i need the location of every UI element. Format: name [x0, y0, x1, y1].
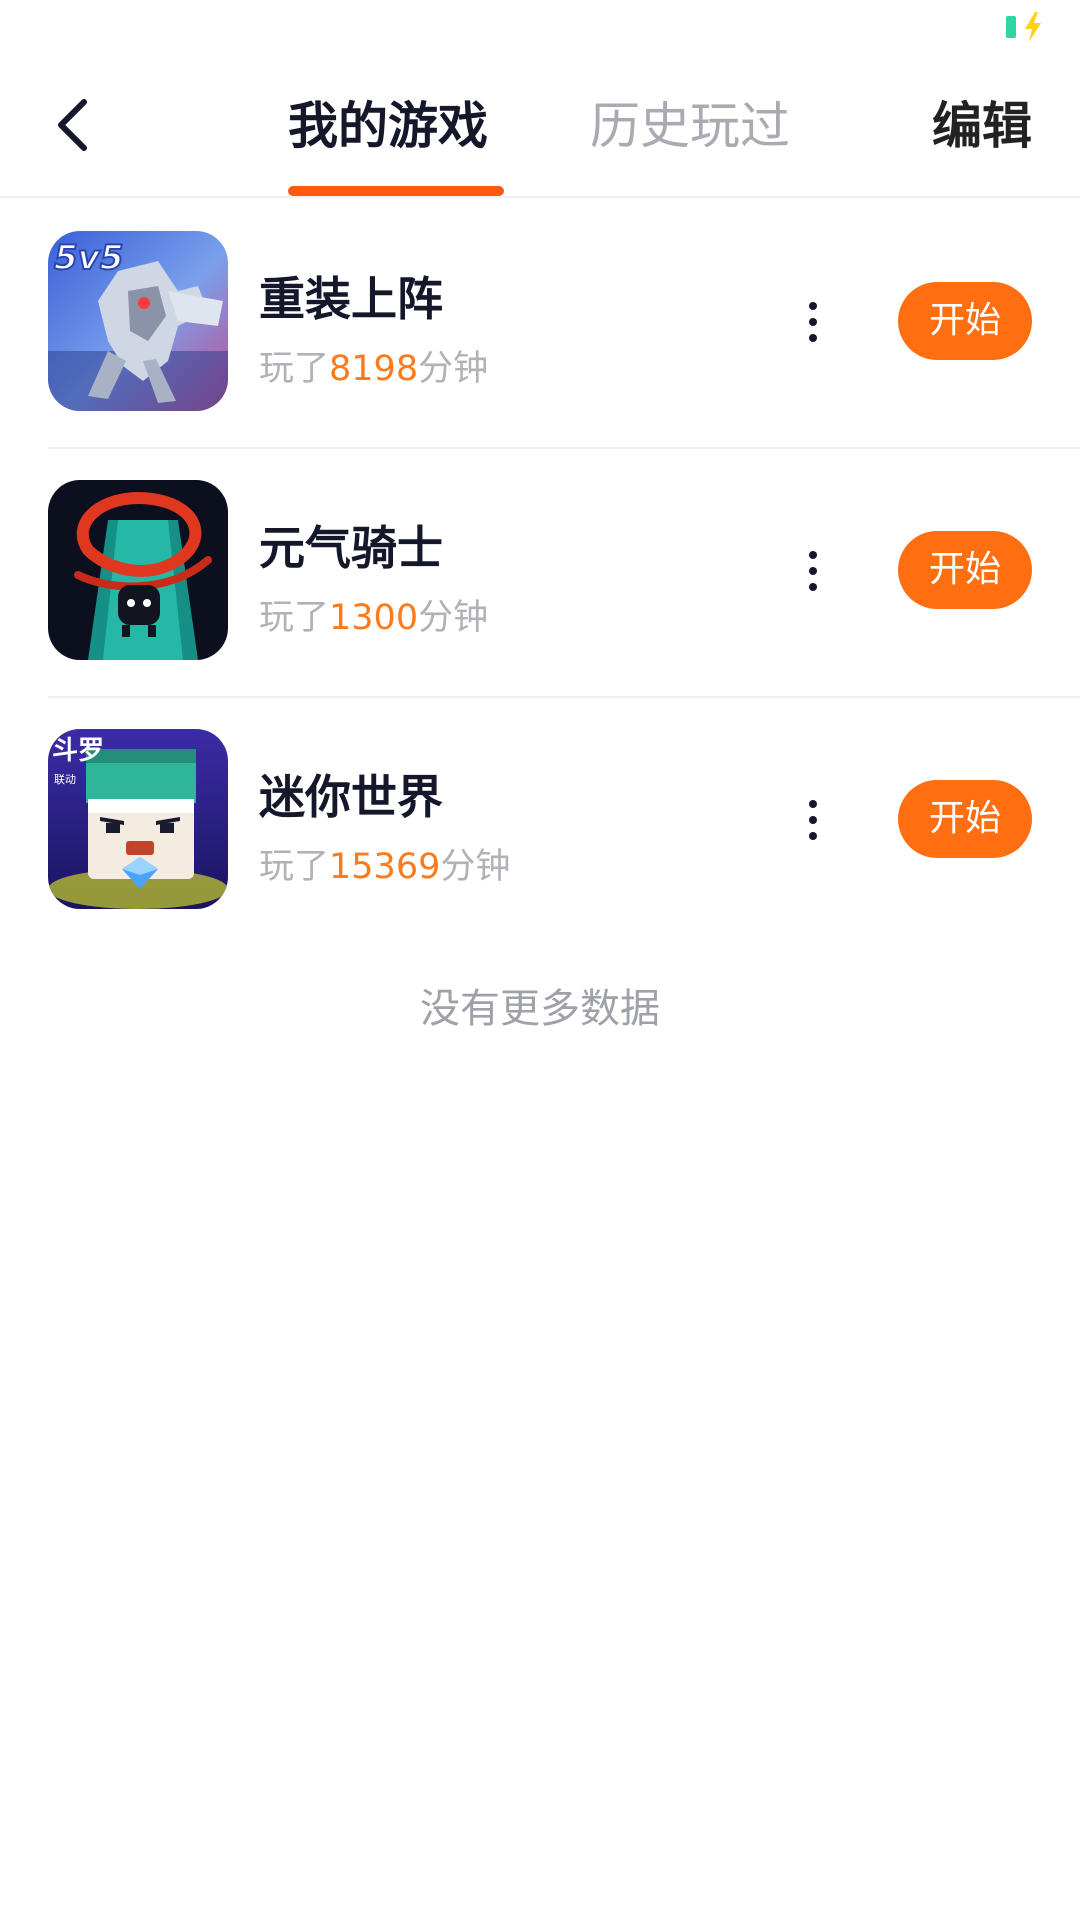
icon-liandong-text: 联动 [54, 773, 76, 786]
more-options-button[interactable] [793, 294, 833, 350]
edit-button[interactable]: 编辑 [932, 96, 1032, 156]
playtime-suffix: 分钟 [440, 847, 511, 887]
playtime-minutes: 8198 [329, 349, 419, 389]
more-dot-icon [809, 800, 817, 808]
game-playtime: 玩了8198分钟 [259, 340, 488, 391]
more-dot-icon [809, 583, 817, 591]
more-dot-icon [809, 302, 817, 310]
game-title: 迷你世界 [259, 770, 443, 824]
start-button[interactable]: 开始 [898, 531, 1032, 609]
tab-my-games[interactable]: 我的游戏 [288, 96, 488, 156]
more-dot-icon [809, 318, 817, 326]
playtime-prefix: 玩了 [259, 847, 330, 887]
charging-bolt-icon [1025, 12, 1041, 42]
game-title: 重装上阵 [259, 272, 443, 326]
game-row[interactable]: 斗罗 联动 迷你世界 玩了15369分钟 开始 [0, 698, 1080, 947]
status-bar [0, 0, 1080, 60]
more-dot-icon [809, 334, 817, 342]
game-row[interactable]: 元气骑士 玩了1300分钟 开始 [0, 449, 1080, 698]
battery-icon [1006, 16, 1016, 38]
tab-history[interactable]: 历史玩过 [590, 96, 790, 156]
no-more-data-text: 没有更多数据 [420, 986, 660, 1032]
top-nav: 我的游戏 历史玩过 编辑 [0, 60, 1080, 198]
more-dot-icon [809, 567, 817, 575]
mini-world-icon[interactable]: 斗罗 联动 [48, 729, 228, 909]
more-dot-icon [809, 816, 817, 824]
back-button[interactable] [46, 95, 98, 155]
game-list: 5v5 重装上阵 玩了8198分钟 开始 元气骑士 玩了1300分钟 开始 斗罗… [0, 200, 1080, 947]
game-playtime: 玩了15369分钟 [259, 838, 510, 889]
more-options-button[interactable] [793, 792, 833, 848]
soul-knight-icon[interactable] [48, 480, 228, 660]
icon-5v5-text: 5v5 [54, 238, 123, 278]
active-tab-indicator [288, 186, 504, 196]
playtime-suffix: 分钟 [418, 598, 489, 638]
playtime-minutes: 15369 [329, 847, 441, 887]
game-title: 元气骑士 [259, 521, 443, 575]
chevron-left-icon [58, 99, 87, 151]
more-dot-icon [809, 551, 817, 559]
more-options-button[interactable] [793, 543, 833, 599]
icon-douluo-text: 斗罗 [52, 736, 104, 766]
playtime-minutes: 1300 [329, 598, 419, 638]
page: 我的游戏 历史玩过 编辑 5v5 重装上阵 玩了8198分钟 开始 元气骑士 玩… [0, 0, 1080, 1920]
playtime-prefix: 玩了 [259, 349, 330, 389]
start-button[interactable]: 开始 [898, 282, 1032, 360]
more-dot-icon [809, 832, 817, 840]
game-playtime: 玩了1300分钟 [259, 589, 488, 640]
mech-robot-5v5-icon[interactable]: 5v5 [48, 231, 228, 411]
playtime-suffix: 分钟 [418, 349, 489, 389]
start-button[interactable]: 开始 [898, 780, 1032, 858]
game-row[interactable]: 5v5 重装上阵 玩了8198分钟 开始 [0, 200, 1080, 449]
playtime-prefix: 玩了 [259, 598, 330, 638]
